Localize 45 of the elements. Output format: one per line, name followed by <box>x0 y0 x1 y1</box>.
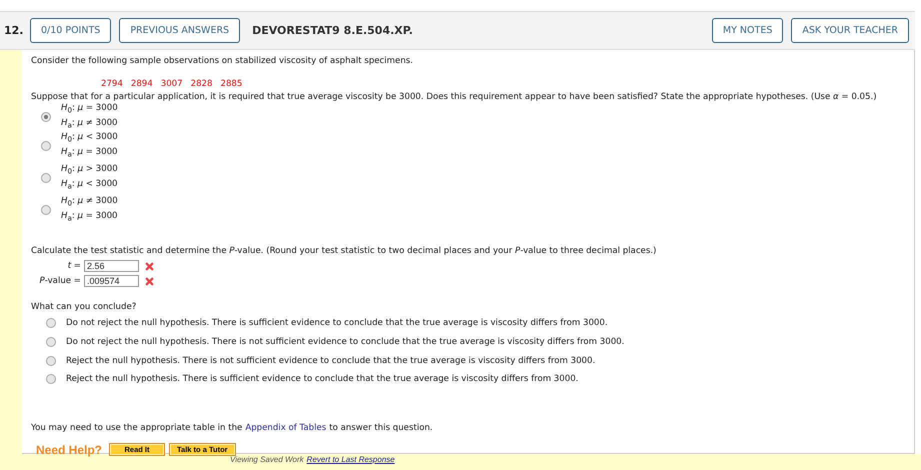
answer-label: t = <box>66 261 82 271</box>
appendix-note-text: You may need to use the appropriate table in the <box>31 422 242 435</box>
appendix-link[interactable]: Appendix of Tables <box>245 422 326 435</box>
question-number: 12. <box>4 24 22 37</box>
intro-text: Consider the following sample observations on stabilized viscosity of asphalt specimens. <box>31 55 414 68</box>
radio-button[interactable] <box>41 141 51 151</box>
conclusion-option-text: Do not reject the null hypothesis. There is sufficient evidence to conclude that the true average is viscosity differs from 3000. <box>66 318 608 328</box>
radio-button[interactable] <box>41 112 51 122</box>
hypothesis-text: H$_{a}$: μ = 3000 <box>61 210 118 225</box>
conclusion-option-text: Do not reject the null hypothesis. There is not sufficient evidence to conclude that the true average is viscosity differs from 3000. <box>66 337 624 348</box>
need-help-label: Need Help? <box>36 442 102 457</box>
hypothesis-text: H$_{a}$: μ ≠ 3000 <box>61 117 118 132</box>
hypothesis-text: H$_{0}$: μ > 3000 <box>61 163 118 178</box>
radio-button[interactable] <box>46 356 56 366</box>
points-button[interactable]: 0/10 POINTS <box>30 18 112 43</box>
calculation-prompt: Calculate the test statistic and determine the P-value. (Round your test statistic to two decimal places and your P-value to three decimal places.) <box>31 245 658 258</box>
hypothesis-text: H$_{0}$: μ = 3000 <box>61 102 118 117</box>
observation-value: 3007 <box>160 78 183 91</box>
revert-link[interactable]: Revert to Last Response <box>306 454 395 470</box>
hypothesis-text: H$_{0}$: μ < 3000 <box>61 131 118 146</box>
answer-label: P-value = <box>38 276 82 286</box>
radio-button[interactable] <box>46 374 56 384</box>
appendix-note-text: to answer this question. <box>329 422 433 435</box>
previous-answers-button[interactable]: PREVIOUS ANSWERS <box>119 18 240 43</box>
hypothesis-text: H$_{a}$: μ < 3000 <box>61 178 118 193</box>
radio-button[interactable] <box>46 337 56 348</box>
radio-button[interactable] <box>41 173 51 183</box>
hypothesis-text: H$_{0}$: μ ≠ 3000 <box>61 195 118 210</box>
observation-value: 2828 <box>190 78 212 91</box>
conclusion-option-text: Reject the null hypothesis. There is sufficient evidence to conclude that the true average is viscosity differs from 3000. <box>66 374 578 384</box>
observation-value: 2794 <box>101 78 123 91</box>
answer-field[interactable]: 2.56 <box>84 260 139 272</box>
question-code: DEVORESTAT9 8.E.504.XP. <box>252 24 413 37</box>
observation-value: 2885 <box>220 78 242 91</box>
header-button[interactable]: MY NOTES <box>712 18 784 43</box>
header-button[interactable]: ASK YOUR TEACHER <box>791 18 909 43</box>
prompt-text: Suppose that for a particular application, it is required that true average viscosity be 3000. Does this requirement appear to have been satisfied? State the appropriate hypotheses. (Use α = 0.05.) <box>31 91 878 104</box>
conclusion-prompt: What can you conclude? <box>31 301 138 314</box>
conclusion-option-text: Reject the null hypothesis. There is not sufficient evidence to conclude that the true average is viscosity differs from 3000. <box>66 356 596 366</box>
answer-field[interactable]: .009574 <box>84 275 139 287</box>
hypothesis-text: H$_{a}$: μ = 3000 <box>61 146 118 161</box>
saved-work-status: Viewing Saved Work <box>230 454 304 466</box>
radio-button[interactable] <box>41 205 51 215</box>
radio-button[interactable] <box>46 318 56 328</box>
observation-value: 2894 <box>130 78 153 91</box>
